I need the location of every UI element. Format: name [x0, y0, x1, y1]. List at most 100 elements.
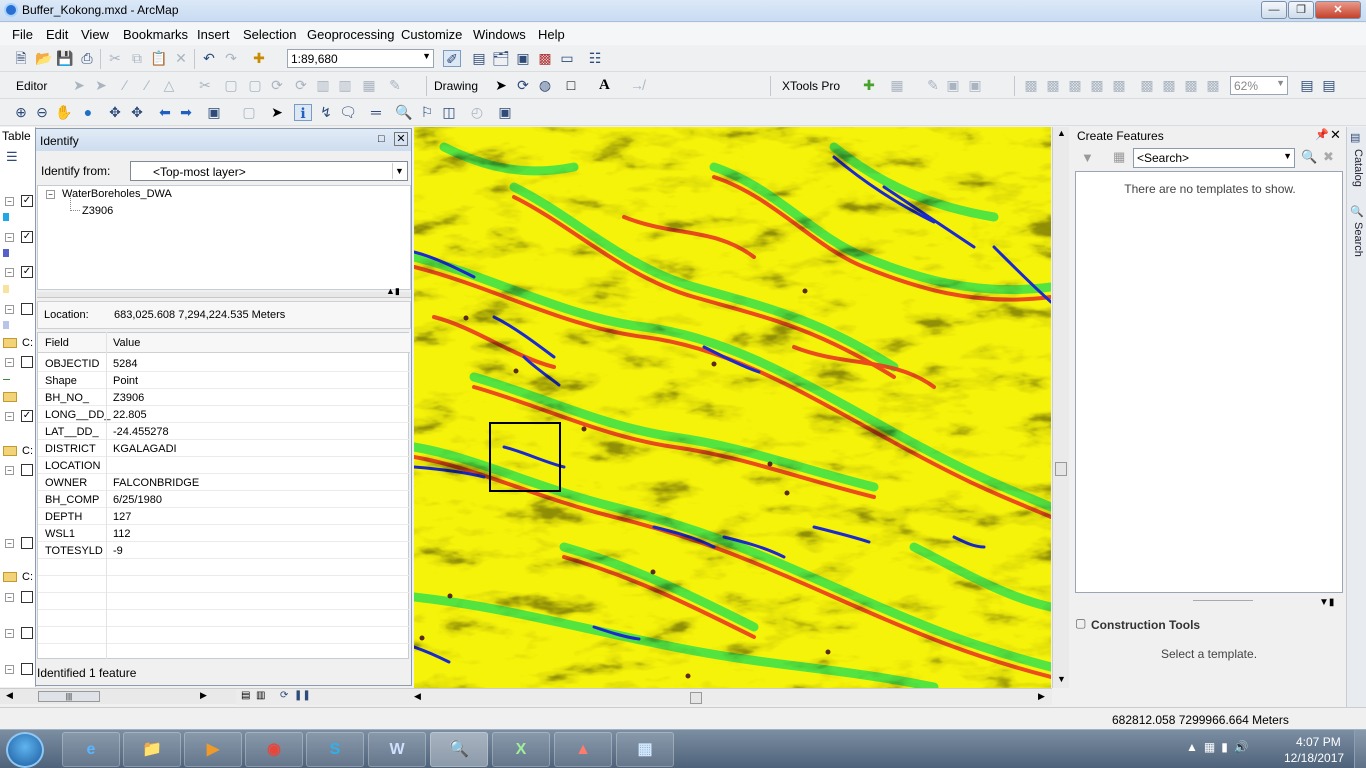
control-panel-icon[interactable]: ▦ [616, 732, 674, 767]
print-icon[interactable]: ⎙ [78, 50, 96, 67]
close-window-button[interactable]: ✕ [1315, 1, 1361, 19]
transform-icon[interactable]: ▣ [966, 77, 984, 94]
layer-visibility-checkbox[interactable]: ✓ [21, 266, 33, 278]
undo-icon[interactable]: ↶ [200, 50, 218, 67]
edit-vertices-icon[interactable]: ✎ [386, 77, 404, 94]
layer-visibility-checkbox[interactable] [21, 591, 33, 603]
sketch-properties-icon[interactable]: ▥ [336, 77, 354, 94]
acrobat-icon[interactable]: ▲ [554, 732, 612, 767]
split-toggle-icons[interactable]: ▲▮ [386, 286, 400, 297]
select-features-icon[interactable]: ▣ [205, 104, 223, 121]
align-right-icon[interactable]: ▩ [1066, 77, 1084, 94]
layer-visibility-checkbox[interactable]: ✓ [21, 231, 33, 243]
search-window-icon[interactable]: ▣ [514, 50, 532, 67]
identify-tool-icon[interactable]: ℹ [294, 104, 312, 121]
skype-icon[interactable]: S [306, 732, 364, 767]
fixed-zoom-out-icon[interactable]: ✥ [128, 104, 146, 121]
menu-geoprocessing[interactable]: Geoprocessing [307, 27, 394, 42]
show-desktop-button[interactable] [1354, 730, 1366, 768]
table-tools-icon[interactable]: ▦ [888, 77, 906, 94]
identify-from-select[interactable]: <Top-most layer> ▼ [130, 161, 408, 181]
copy-icon[interactable]: ⧉ [128, 50, 146, 67]
collapse-icon[interactable]: − [5, 412, 14, 421]
align-center-icon[interactable]: ▩ [1044, 77, 1062, 94]
pencil-icon[interactable]: ✎ [924, 77, 942, 94]
refresh-icon[interactable]: ⟳ [280, 690, 288, 701]
reshape-icon[interactable]: ▢ [222, 77, 240, 94]
close-icon[interactable]: ✕ [1330, 127, 1341, 143]
minimize-button[interactable]: — [1261, 1, 1287, 19]
collapse-icon[interactable]: − [5, 233, 14, 242]
scroll-up-icon[interactable]: ▲ [1057, 128, 1066, 138]
python-window-icon[interactable]: ▭ [558, 50, 576, 67]
scrollbar-thumb[interactable]: ||| [38, 691, 100, 702]
template-search-input[interactable]: <Search> ▼ [1133, 148, 1295, 168]
data-view-icon[interactable]: ▤ [1320, 77, 1338, 94]
ungroup-icon[interactable]: ▩ [1182, 77, 1200, 94]
maximize-icon[interactable]: □ [378, 133, 385, 145]
table-row[interactable]: DISTRICT KGALAGADI [38, 440, 410, 457]
group-icon[interactable]: ▩ [1160, 77, 1178, 94]
collapse-icon[interactable]: − [5, 665, 14, 674]
filter-icon[interactable]: ▼ [1081, 150, 1094, 165]
find-route-icon[interactable]: ⚐ [418, 104, 436, 121]
map-display[interactable] [414, 127, 1051, 688]
layer-visibility-checkbox[interactable]: ✓ [21, 410, 33, 422]
catalog-window-icon[interactable]: 🗂 [492, 50, 510, 67]
scroll-right-icon[interactable]: ▶ [200, 690, 207, 701]
new-text-tool[interactable]: A [599, 77, 610, 94]
collapse-icon[interactable]: − [5, 539, 14, 548]
start-button[interactable] [6, 732, 44, 768]
pin-icon[interactable]: 📌 [1315, 128, 1329, 141]
html-popup-icon[interactable]: 🗨 [339, 104, 357, 121]
zoom-out-icon[interactable]: ⊖ [33, 104, 51, 121]
trace-icon[interactable]: △ [160, 77, 178, 94]
drawing-menu[interactable]: Drawing [434, 79, 478, 93]
table-row[interactable]: DEPTH 127 [38, 508, 410, 525]
model-builder-icon[interactable]: ☷ [586, 50, 604, 67]
align-top-icon[interactable]: ▩ [1088, 77, 1106, 94]
cut-icon[interactable]: ✂ [106, 50, 124, 67]
measure-icon[interactable]: ═ [367, 104, 385, 121]
clear-selection-icon[interactable]: ▢ [240, 104, 258, 121]
maximize-button[interactable]: ❐ [1288, 1, 1314, 19]
time-slider-icon[interactable]: ◴ [468, 104, 486, 121]
scroll-down-icon[interactable]: ▼ [1057, 674, 1066, 684]
file-explorer-icon[interactable]: 📁 [123, 732, 181, 767]
pause-drawing-icon[interactable]: ❚❚ [294, 690, 311, 701]
scrollbar-thumb[interactable] [690, 692, 702, 704]
select-elements-icon[interactable]: ➤ [492, 77, 510, 94]
menu-help[interactable]: Help [538, 27, 565, 42]
system-tray-icons[interactable]: ▲▦▮🔊 [1186, 740, 1255, 754]
chrome-icon[interactable]: ◉ [245, 732, 303, 767]
menu-selection[interactable]: Selection [243, 27, 296, 42]
delete-icon[interactable]: ✕ [172, 50, 190, 67]
layout-view-button-icon[interactable]: ▥ [256, 690, 265, 701]
arcmap-taskbar-icon[interactable]: 🔍 [430, 732, 488, 767]
callout-icon[interactable]: ↛ [628, 77, 646, 94]
zoom-whole-page-icon[interactable]: ◍ [536, 77, 554, 94]
map-vertical-scrollbar[interactable]: ▲ ▼ [1052, 127, 1069, 688]
order-icon[interactable]: ▩ [1204, 77, 1222, 94]
data-view-button-icon[interactable]: ▤ [241, 690, 250, 701]
menu-view[interactable]: View [81, 27, 109, 42]
list-by-drawing-order-icon[interactable]: ☰ [6, 149, 18, 165]
create-features-icon[interactable]: ▦ [360, 77, 378, 94]
panel-splitter[interactable] [37, 292, 411, 298]
menu-edit[interactable]: Edit [46, 27, 68, 42]
viewer-window-icon[interactable]: ▣ [496, 104, 514, 121]
collapse-icon[interactable]: − [5, 305, 14, 314]
table-row[interactable]: LONG__DD_ 22.805 [38, 406, 410, 423]
splitter-grip[interactable] [1193, 600, 1253, 602]
word-icon[interactable]: W [368, 732, 426, 767]
table-row[interactable]: WSL1 112 [38, 525, 410, 542]
catalog-tab-icon[interactable]: ▤ [1350, 131, 1360, 144]
scroll-left-icon[interactable]: ◀ [414, 691, 421, 702]
find-binoculars-icon[interactable]: 🔍 [395, 104, 413, 121]
arctoolbox-icon[interactable]: ▩ [536, 50, 554, 67]
clock-time[interactable]: 4:07 PM [1296, 735, 1341, 749]
table-row[interactable]: BH_NO_ Z3906 [38, 389, 410, 406]
table-row[interactable]: BH_COMP 6/25/1980 [38, 491, 410, 508]
editor-toolbar-icon[interactable]: ✐ [443, 50, 461, 67]
scroll-left-icon[interactable]: ◀ [6, 690, 13, 701]
